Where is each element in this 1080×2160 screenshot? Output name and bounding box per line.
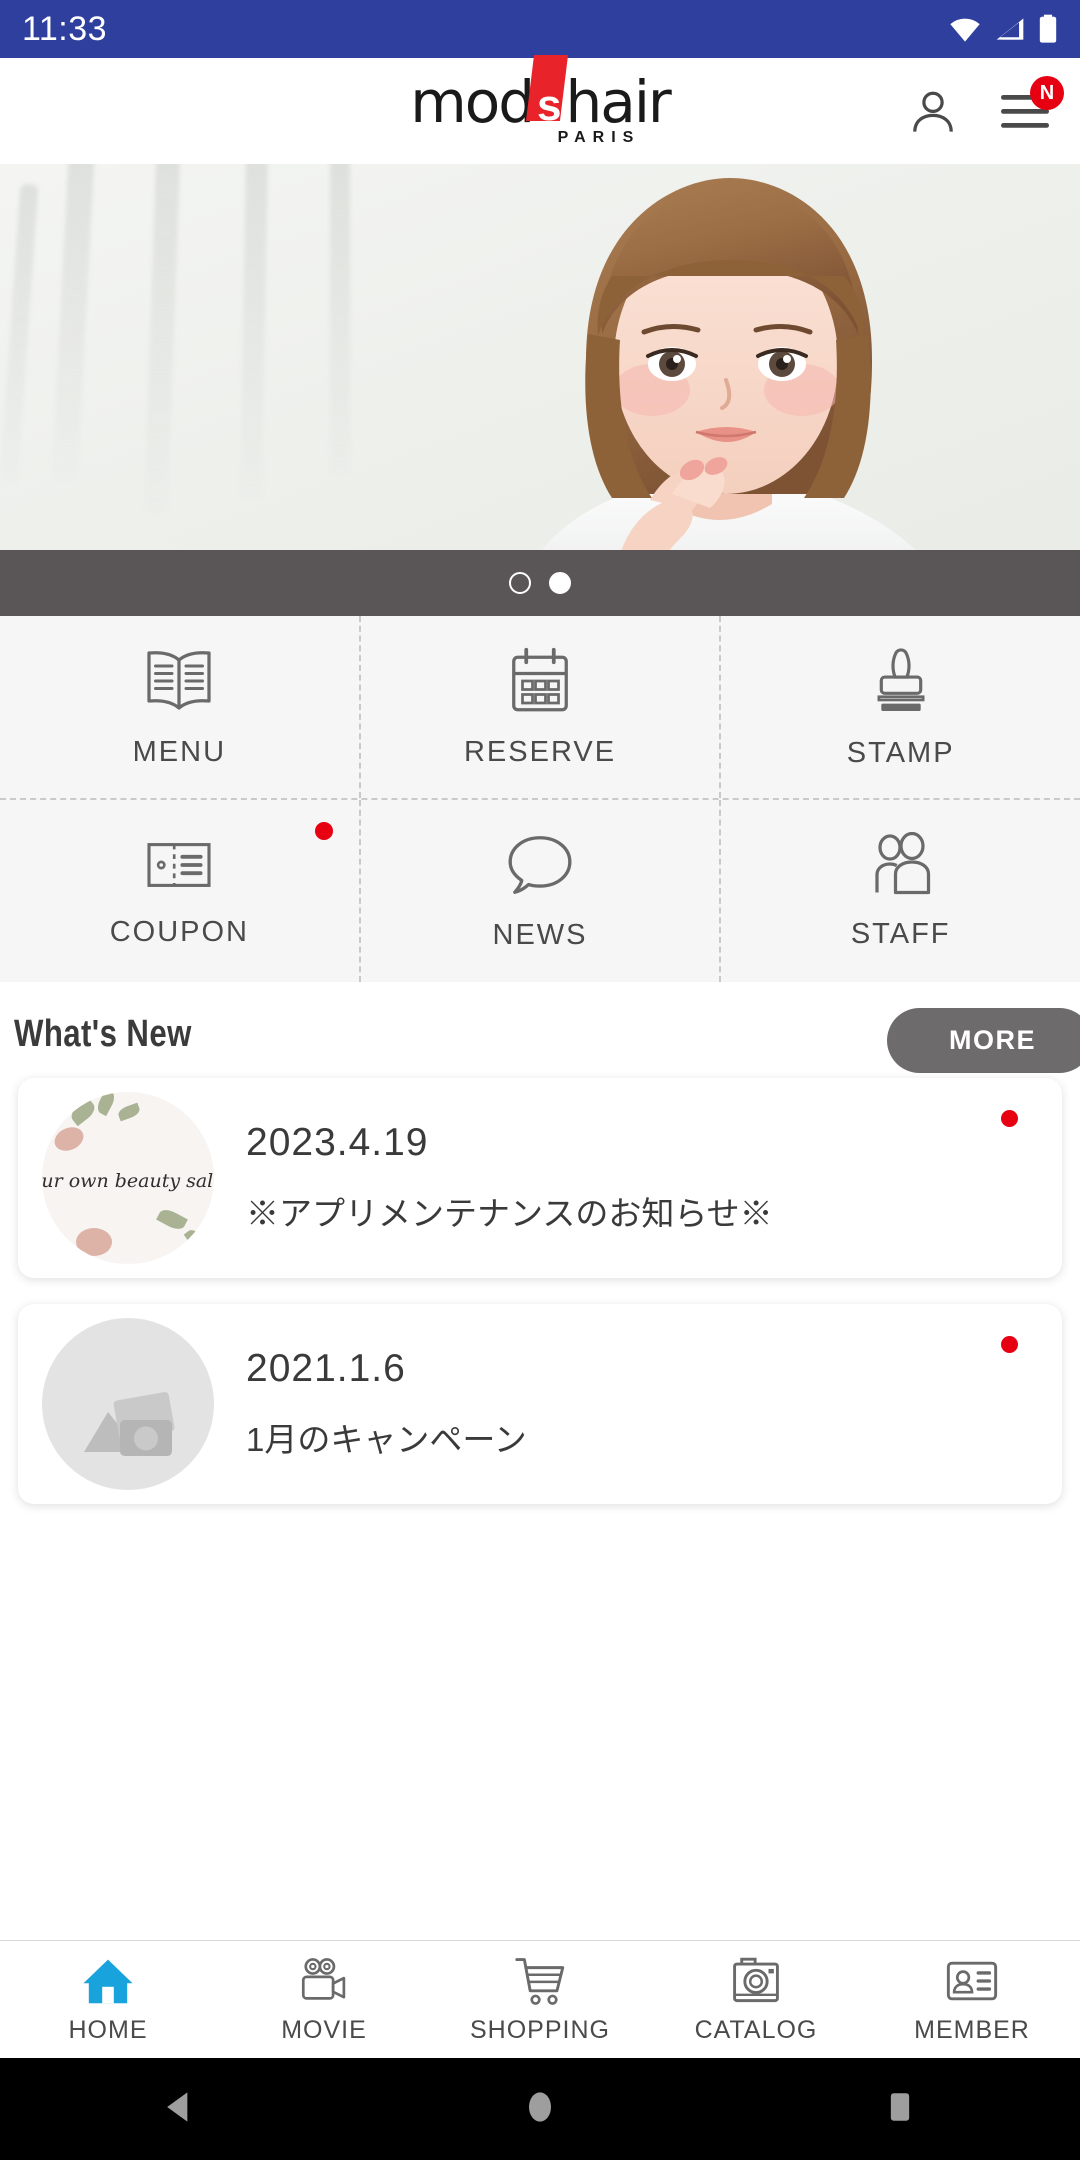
video-camera-icon (301, 1958, 346, 2000)
app-screen: 11:33 mod s hair PARIS N MENU RESERVE ST… (0, 0, 1080, 2160)
shopping-cart-icon (515, 1958, 565, 2005)
whats-new-header: What's New MORE (0, 982, 1080, 1078)
carousel-dots[interactable] (0, 550, 1080, 616)
grid-item-menu[interactable]: MENU (0, 616, 361, 798)
grid-item-stamp[interactable]: STAMP (721, 616, 1080, 798)
camera-icon (733, 1957, 779, 2003)
news-unread-dot (1001, 1110, 1018, 1127)
status-bar: 11:33 (0, 0, 1080, 58)
bottom-nav-label-home: HOME (68, 2016, 148, 2044)
menu-button[interactable]: N (996, 76, 1064, 140)
recents-square-icon (890, 2092, 910, 2121)
battery-icon (1039, 14, 1057, 43)
grid-item-news[interactable]: NEWS (361, 800, 722, 982)
grid-item-reserve[interactable]: RESERVE (361, 616, 722, 798)
logo-row: mod s hair (410, 54, 672, 137)
news-thumbnail (42, 1318, 214, 1490)
carousel-dot-1[interactable] (509, 572, 531, 594)
status-icons (948, 14, 1058, 44)
rubber-stamp-icon (877, 647, 925, 711)
bottom-nav-item-catalog[interactable]: CATALOG (648, 1954, 864, 2045)
grid-label-reserve: RESERVE (463, 735, 617, 768)
grid-label-stamp: STAMP (846, 736, 955, 769)
news-unread-dot (1001, 1336, 1018, 1353)
bottom-nav-item-shopping[interactable]: SHOPPING (432, 1954, 648, 2045)
status-time: 11:33 (22, 9, 108, 48)
brand-logo[interactable]: mod s hair PARIS (410, 54, 672, 146)
bottom-nav-item-home[interactable]: HOME (0, 1954, 216, 2045)
id-card-icon (946, 1961, 998, 2001)
android-back-button[interactable] (158, 2085, 202, 2134)
news-thumbnail: Your own beauty salon (42, 1092, 214, 1264)
news-date: 2023.4.19 (246, 1121, 429, 1164)
grid-label-menu: MENU (132, 735, 227, 768)
speech-bubble-icon (508, 835, 572, 894)
hero-carousel[interactable] (0, 164, 1080, 616)
grid-row-1: MENU RESERVE STAMP (0, 616, 1080, 798)
account-button[interactable] (904, 82, 962, 140)
bottom-nav-label-catalog: CATALOG (694, 2016, 818, 2044)
coupon-notification-dot (314, 822, 333, 840)
whats-new-list: Your own beauty salon 2023.4.19 ※アプリメンテナ… (0, 1078, 1080, 1504)
logo-s-mark: s (525, 54, 569, 131)
calendar-icon (512, 647, 568, 711)
whats-new-title: What's New (14, 1012, 192, 1055)
bottom-nav-item-member[interactable]: MEMBER (864, 1954, 1080, 2045)
news-thumbnail-caption: Your own beauty salon (42, 1170, 214, 1193)
bottom-nav-label-member: MEMBER (914, 2016, 1030, 2044)
logo-text-hair: hair (565, 68, 672, 137)
coupon-ticket-icon (147, 842, 211, 887)
logo-text-mod: mod (410, 68, 535, 137)
grid-label-coupon: COUPON (109, 915, 249, 948)
bottom-navigation: HOME MOVIE SHOPPING CATALOG MEMBER (0, 1940, 1080, 2058)
logo-s-letter: s (537, 80, 562, 130)
grid-label-staff: STAFF (850, 917, 951, 950)
grid-item-coupon[interactable]: COUPON (0, 800, 361, 982)
wifi-icon (950, 18, 980, 42)
android-recents-button[interactable] (878, 2085, 922, 2134)
bottom-nav-item-movie[interactable]: MOVIE (216, 1954, 432, 2045)
grid-item-staff[interactable]: STAFF (721, 800, 1080, 982)
quick-actions-grid: MENU RESERVE STAMP COUPON NEWS STAFF (0, 616, 1080, 982)
bottom-nav-label-movie: MOVIE (281, 2016, 367, 2044)
signal-icon (996, 18, 1024, 40)
news-card-body: 2021.1.6 1月のキャンペーン (246, 1347, 527, 1461)
hero-model-image (510, 178, 965, 616)
whats-new-more-button[interactable]: MORE (887, 1008, 1080, 1073)
open-book-icon (147, 650, 211, 710)
back-triangle-icon (167, 2091, 188, 2122)
bottom-nav-label-shopping: SHOPPING (470, 2016, 610, 2044)
android-home-button[interactable] (518, 2085, 562, 2134)
android-system-nav (0, 2058, 1080, 2160)
app-header: mod s hair PARIS N (0, 54, 1080, 164)
home-circle-icon (529, 2091, 551, 2122)
menu-notification-badge: N (1030, 76, 1064, 110)
image-placeholder-icon (84, 1392, 175, 1456)
news-date: 2021.1.6 (246, 1347, 406, 1390)
header-actions: N (904, 76, 1064, 140)
news-card[interactable]: Your own beauty salon 2023.4.19 ※アプリメンテナ… (18, 1078, 1062, 1278)
people-group-icon (875, 831, 930, 894)
carousel-dot-2[interactable] (549, 572, 571, 594)
news-title: ※アプリメンテナンスのお知らせ※ (246, 1195, 773, 1232)
home-icon (83, 1959, 133, 2004)
grid-label-news: NEWS (492, 918, 588, 951)
news-card-body: 2023.4.19 ※アプリメンテナンスのお知らせ※ (246, 1121, 773, 1235)
grid-row-2: COUPON NEWS STAFF (0, 798, 1080, 982)
news-title: 1月のキャンペーン (246, 1421, 527, 1458)
person-icon (913, 91, 953, 132)
news-card[interactable]: 2021.1.6 1月のキャンペーン (18, 1304, 1062, 1504)
